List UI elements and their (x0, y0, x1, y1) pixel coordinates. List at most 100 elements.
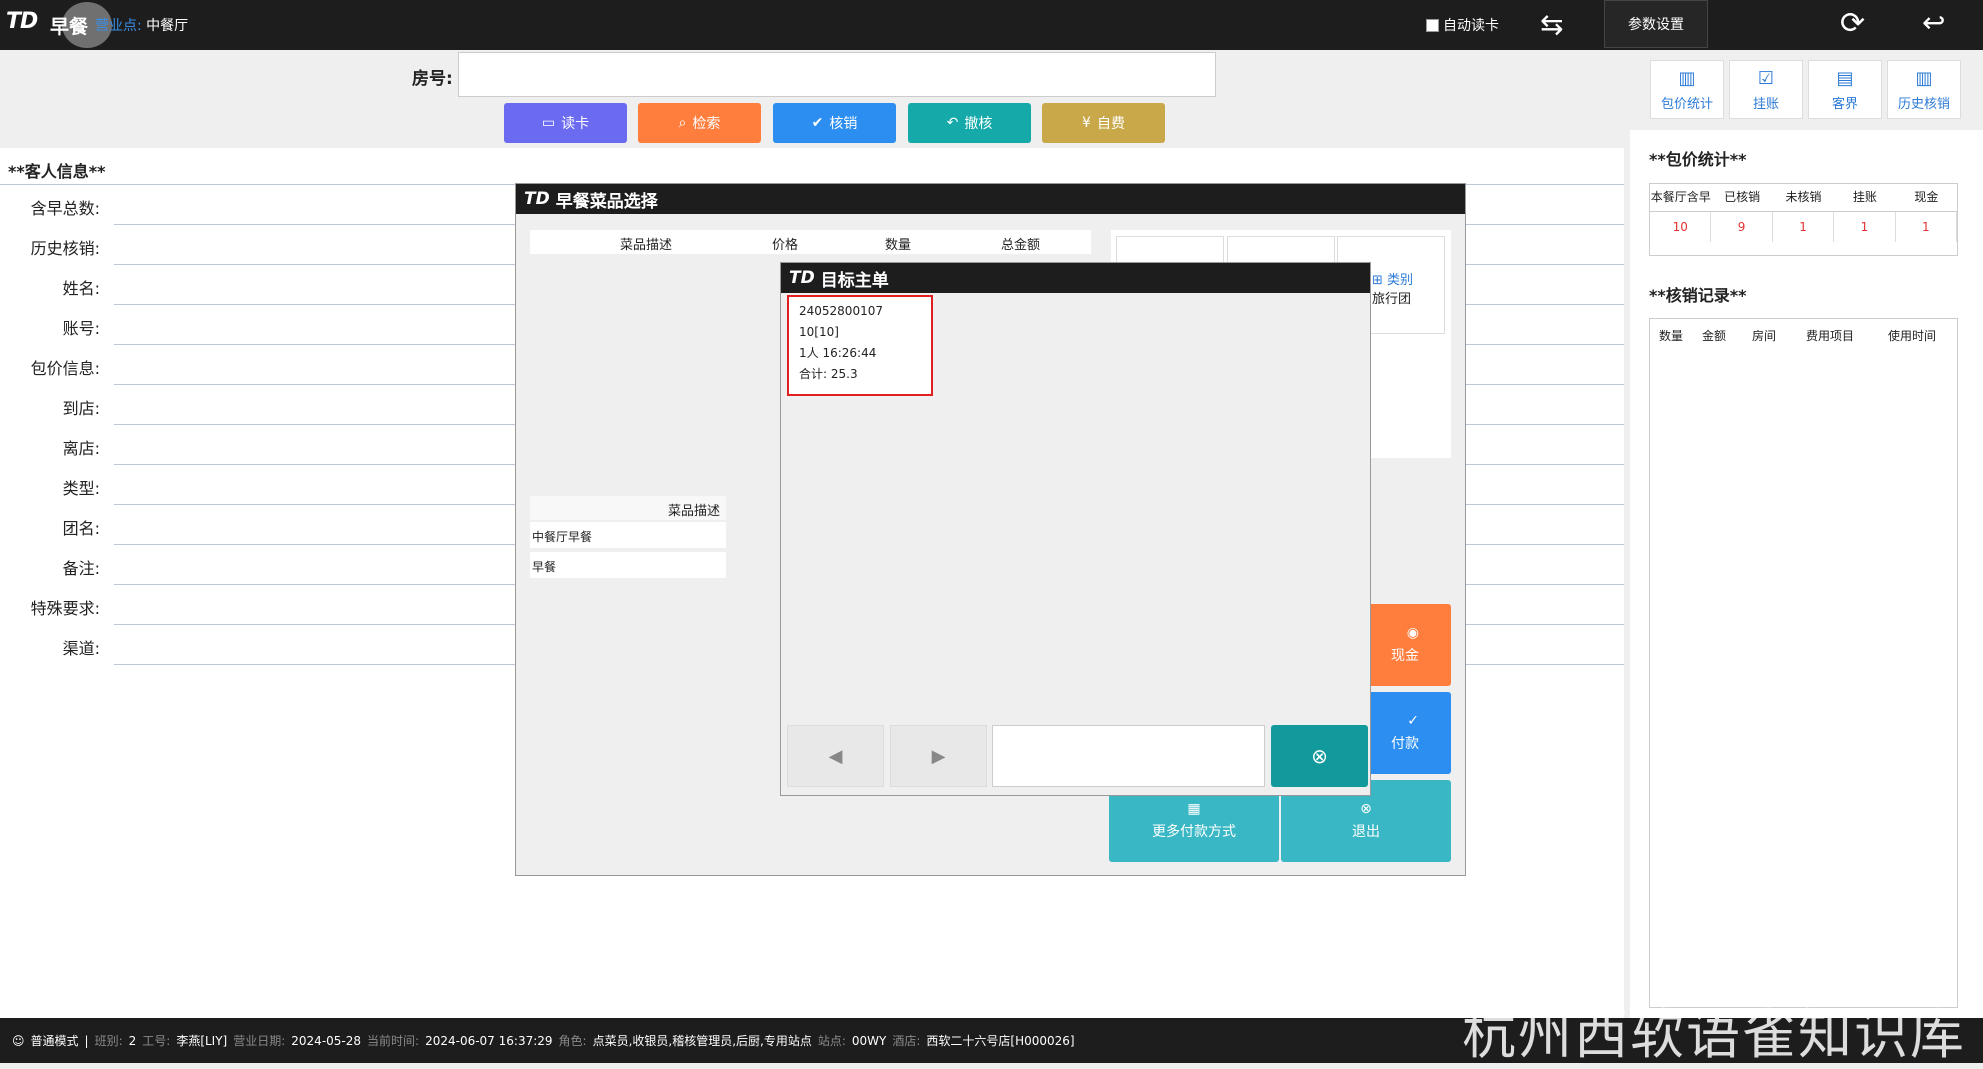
stats-header: 挂账 (1852, 190, 1877, 204)
bizdate-value: 2024-05-28 (291, 1033, 362, 1048)
site-label: 站点: (817, 1034, 846, 1048)
bar-chart-icon: ▥ (1915, 67, 1933, 89)
col-header: 价格 (772, 238, 799, 253)
records-header: 费用项目 (1805, 328, 1854, 343)
col-header: 菜品描述 (620, 238, 673, 253)
shift-value: 2 (128, 1033, 137, 1048)
param-settings-button[interactable]: 参数设置 (1604, 0, 1708, 48)
field-label: 团名: (62, 519, 100, 538)
list-item[interactable]: 早餐 (530, 552, 726, 578)
items-header: 菜品描述 (530, 496, 726, 520)
records-header: 金额 (1701, 328, 1726, 343)
tool-label: 包价统计 (1660, 96, 1713, 112)
grid-icon: ⊞ (1372, 273, 1383, 288)
room-label: 房号: (412, 69, 453, 89)
now-label: 当前时间: (367, 1034, 420, 1048)
next-page-button[interactable]: ▶ (890, 725, 987, 787)
undo-verify-button[interactable]: ↶ 撤核 (908, 103, 1031, 143)
hotel-value: 西软二十六号店[H000026] (926, 1034, 1075, 1048)
separator: | (84, 1033, 89, 1048)
back-icon[interactable]: ↩ (1922, 6, 1945, 39)
guest-screen-tool[interactable]: ▤ 客界 (1808, 60, 1882, 119)
room-input[interactable] (458, 52, 1216, 97)
records-header: 数量 (1658, 328, 1683, 343)
records-title: **核销记录** (1649, 286, 1747, 305)
refresh-icon[interactable]: ⟳ (1840, 6, 1865, 41)
role-value: 点菜员,收银员,稽核管理员,后厨,专用站点 (592, 1034, 812, 1048)
auto-read-checkbox[interactable] (1426, 18, 1439, 32)
search-button[interactable]: ⌕ 检索 (638, 103, 761, 143)
package-stats-tool[interactable]: ▥ 包价统计 (1650, 60, 1724, 119)
breakfast-dialog-title: 早餐菜品选择 (555, 191, 658, 212)
stats-value: 10 (1650, 212, 1712, 242)
exit-label: 退出 (1352, 824, 1380, 840)
selected-items-header: 菜品描述 价格 数量 总金额 (530, 230, 1091, 254)
stats-value: 1 (1834, 212, 1896, 242)
col-header: 总金额 (1001, 238, 1041, 253)
outlet-info: 营业点: 中餐厅 (95, 15, 188, 35)
stats-value-row: 10 9 1 1 1 (1650, 212, 1958, 242)
search-icon: ⌕ (678, 115, 687, 131)
stats-value: 1 (1773, 212, 1835, 242)
auto-read-toggle[interactable]: 自动读卡 (1426, 15, 1499, 35)
swap-icon[interactable]: ⇆ (1540, 8, 1563, 41)
read-card-button[interactable]: ▭ 读卡 (504, 103, 627, 143)
site-value: 00WY (851, 1033, 887, 1048)
cash-label: 现金 (1391, 648, 1419, 664)
charge-account-tool[interactable]: ☑ 挂账 (1729, 60, 1803, 119)
staff-label: 工号: (142, 1034, 171, 1048)
package-stats-title: **包价统计** (1649, 150, 1747, 169)
outlet-label: 营业点: (95, 18, 142, 34)
order-search-input[interactable] (992, 725, 1265, 787)
app-logo: TD (6, 9, 38, 34)
mode-text: 普通模式 (30, 1034, 79, 1048)
read-card-label: 读卡 (561, 116, 590, 132)
undo-icon: ↶ (946, 115, 959, 131)
stats-header: 已核销 (1724, 190, 1761, 204)
tool-label: 挂账 (1752, 96, 1779, 112)
target-order-dialog: TD 目标主单 24052800107 10[10] 1人 16:26:44 合… (780, 262, 1371, 796)
field-label: 包价信息: (30, 359, 100, 378)
verify-button[interactable]: ✔ 核销 (773, 103, 896, 143)
app-title: 早餐 (50, 16, 89, 38)
app-logo: TD (524, 189, 550, 209)
staff-value: 李燕[LIY] (176, 1034, 228, 1048)
bar-chart-icon: ▥ (1678, 67, 1696, 89)
history-verify-tool[interactable]: ▥ 历史核销 (1887, 60, 1961, 119)
stats-header: 现金 (1914, 190, 1939, 204)
target-order-title: 目标主单 (820, 270, 889, 291)
outlet-value: 中餐厅 (146, 18, 189, 34)
prev-page-button[interactable]: ◀ (787, 725, 884, 787)
stats-header-row: 本餐厅含早 已核销 未核销 挂账 现金 (1650, 184, 1957, 212)
field-label: 特殊要求: (30, 599, 100, 618)
guest-info-title: **客人信息** (8, 162, 106, 181)
stats-header: 本餐厅含早 (1650, 190, 1711, 204)
field-label: 渠道: (62, 639, 100, 658)
field-label: 类型: (62, 479, 100, 498)
field-label: 备注: (62, 559, 100, 578)
check-circle-icon: ✔ (811, 115, 824, 131)
cash-icon: ◉ (1406, 625, 1419, 641)
records-header: 房间 (1751, 328, 1776, 343)
col-header: 数量 (885, 238, 912, 253)
self-pay-button[interactable]: ¥ 自费 (1042, 103, 1165, 143)
package-stats-table: 本餐厅含早 已核销 未核销 挂账 现金 10 9 1 1 1 (1649, 183, 1958, 256)
close-circle-button[interactable]: ⊗ (1271, 725, 1368, 787)
watermark: 杭州西软语雀知识库 (1462, 1003, 1966, 1066)
stats-value: 1 (1896, 212, 1958, 242)
records-header-row: 数量 金额 房间 费用项目 使用时间 (1650, 319, 1957, 351)
top-bar: TD 早餐 营业点: 中餐厅 自动读卡 ⇆ 参数设置 ⟳ ↩ (0, 0, 1983, 50)
order-card[interactable]: 24052800107 10[10] 1人 16:26:44 合计: 25.3 (787, 295, 933, 396)
payment-label: 付款 (1391, 736, 1419, 752)
close-circle-icon: ⊗ (1360, 801, 1372, 817)
stats-value: 9 (1711, 212, 1773, 242)
field-label: 账号: (62, 319, 100, 338)
now-value: 2024-06-07 16:37:29 (425, 1033, 553, 1048)
tool-label: 客界 (1831, 96, 1858, 112)
list-item[interactable]: 中餐厅早餐 (530, 522, 726, 548)
user-icon: ☺ (12, 1033, 25, 1048)
app-logo: TD (789, 268, 815, 288)
tool-label: 历史核销 (1897, 96, 1950, 112)
more-payment-label: 更多付款方式 (1152, 824, 1236, 840)
role-label: 角色: (558, 1034, 587, 1048)
